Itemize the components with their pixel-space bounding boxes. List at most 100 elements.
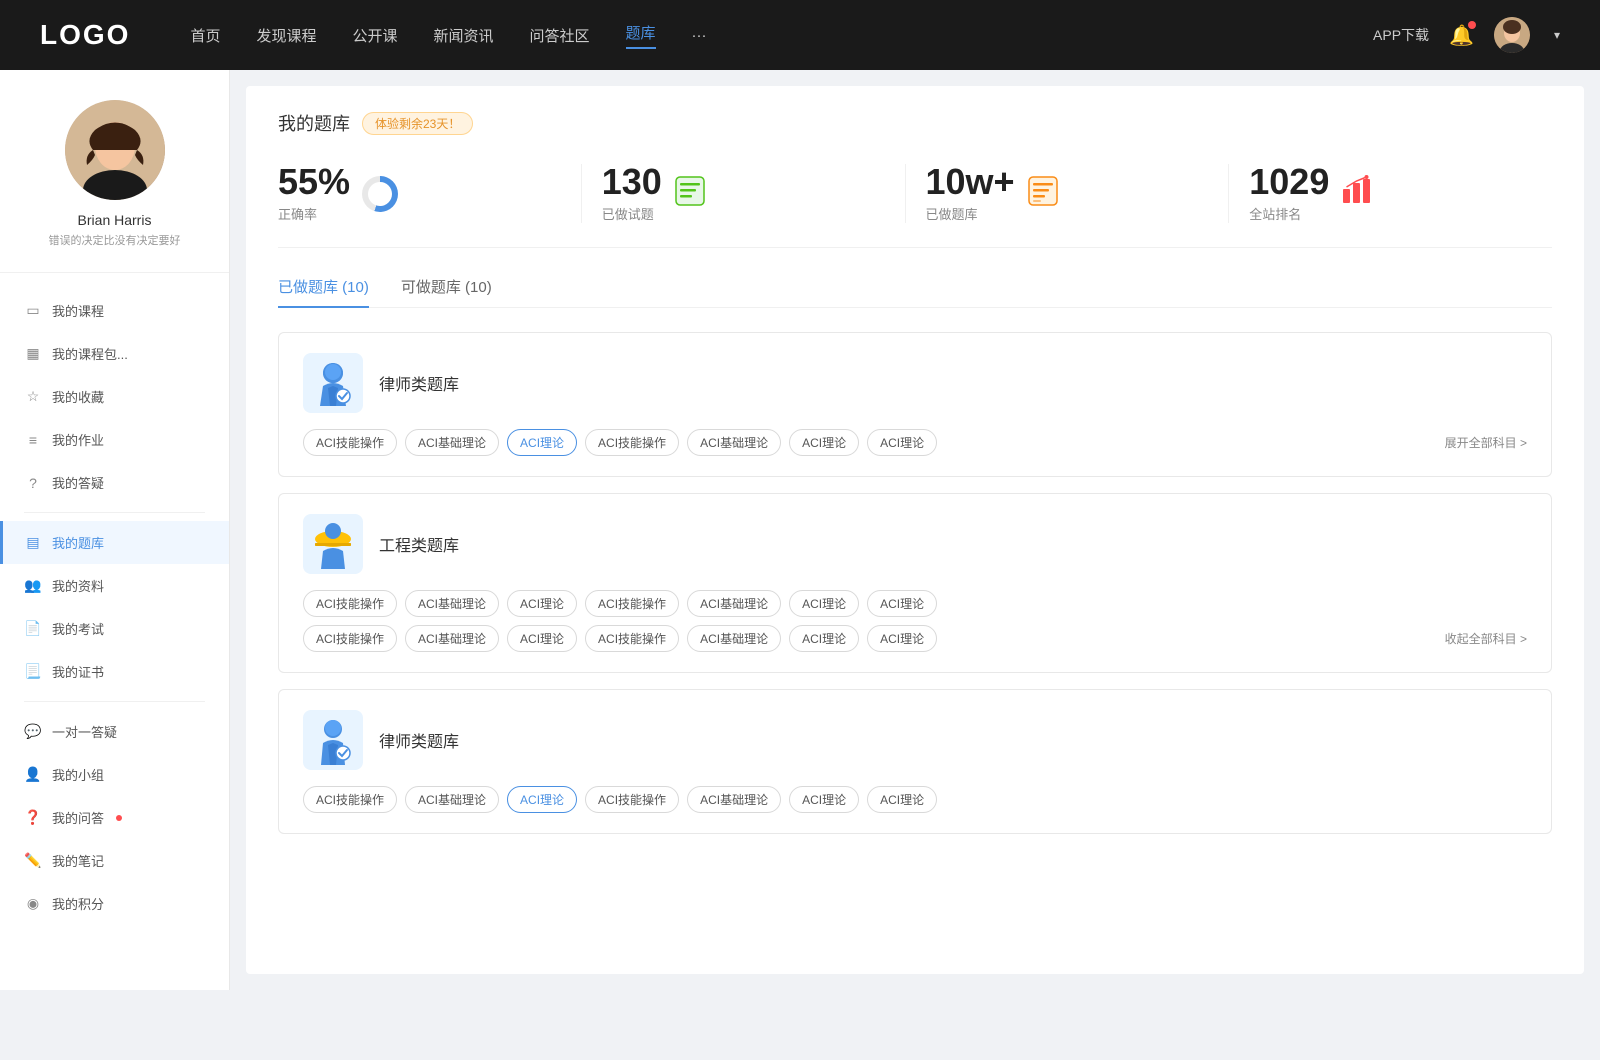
homework-icon: ≡: [24, 431, 42, 449]
tag-2r2-3[interactable]: ACI技能操作: [585, 625, 679, 652]
tag-1-6[interactable]: ACI理论: [867, 429, 937, 456]
tag-2r2-1[interactable]: ACI基础理论: [405, 625, 499, 652]
stat-done-banks: 10w+ 已做题库: [906, 164, 1230, 223]
sidebar-item-label: 我的课程包...: [52, 344, 128, 363]
tag-3-0[interactable]: ACI技能操作: [303, 786, 397, 813]
sidebar-menu: ▭ 我的课程 ▦ 我的课程包... ☆ 我的收藏 ≡ 我的作业 ? 我的答疑 ▤: [0, 289, 229, 925]
done-q-label: 已做试题: [602, 204, 662, 223]
groups-icon: 👤: [24, 766, 42, 784]
tab-available-banks[interactable]: 可做题库 (10): [401, 276, 492, 307]
quiz-card-lawyer-1: 律师类题库 ACI技能操作 ACI基础理论 ACI理论 ACI技能操作 ACI基…: [278, 332, 1552, 477]
sidebar-item-course-package[interactable]: ▦ 我的课程包...: [0, 332, 229, 375]
quiz-card-tags-1: ACI技能操作 ACI基础理论 ACI理论 ACI技能操作 ACI基础理论 AC…: [303, 429, 1527, 456]
logo[interactable]: LOGO: [40, 19, 130, 51]
tag-3-6[interactable]: ACI理论: [867, 786, 937, 813]
notification-bell[interactable]: 🔔: [1449, 23, 1474, 48]
quiz-bank-icon: ▤: [24, 534, 42, 552]
accuracy-value: 55%: [278, 164, 350, 200]
done-b-label: 已做题库: [926, 204, 1015, 223]
tag-2-1[interactable]: ACI基础理论: [405, 590, 499, 617]
tag-2r2-2[interactable]: ACI理论: [507, 625, 577, 652]
expand-link-1[interactable]: 展开全部科目 >: [1445, 434, 1527, 451]
tag-3-4[interactable]: ACI基础理论: [687, 786, 781, 813]
tag-3-3[interactable]: ACI技能操作: [585, 786, 679, 813]
sidebar-item-course[interactable]: ▭ 我的课程: [0, 289, 229, 332]
collapse-link-2[interactable]: 收起全部科目 >: [1445, 630, 1527, 647]
avatar-dropdown-icon[interactable]: ▾: [1554, 28, 1560, 42]
tag-1-1[interactable]: ACI基础理论: [405, 429, 499, 456]
avatar[interactable]: [1494, 17, 1530, 53]
tag-3-1[interactable]: ACI基础理论: [405, 786, 499, 813]
nav-home[interactable]: 首页: [190, 25, 220, 46]
tabs-row: 已做题库 (10) 可做题库 (10): [278, 276, 1552, 308]
sidebar-item-quiz-bank[interactable]: ▤ 我的题库: [0, 521, 229, 564]
exams-icon: 📄: [24, 620, 42, 638]
nav-more[interactable]: ···: [692, 27, 707, 44]
tag-2-0[interactable]: ACI技能操作: [303, 590, 397, 617]
sidebar-item-one-on-one[interactable]: 💬 一对一答疑: [0, 710, 229, 753]
sidebar-item-materials[interactable]: 👥 我的资料: [0, 564, 229, 607]
sidebar-item-my-qa[interactable]: ❓ 我的问答: [0, 796, 229, 839]
quiz-card-header-1: 律师类题库: [303, 353, 1527, 413]
points-icon: ◉: [24, 895, 42, 913]
sidebar-item-favorites[interactable]: ☆ 我的收藏: [0, 375, 229, 418]
sidebar-item-homework[interactable]: ≡ 我的作业: [0, 418, 229, 461]
avatar-inner: [65, 100, 165, 200]
nav-quiz[interactable]: 题库: [626, 22, 656, 49]
rank-value: 1029: [1249, 164, 1329, 200]
sidebar-item-notes[interactable]: ✏️ 我的笔记: [0, 839, 229, 882]
tag-1-5[interactable]: ACI理论: [789, 429, 859, 456]
sidebar-item-exams[interactable]: 📄 我的考试: [0, 607, 229, 650]
tag-2-3[interactable]: ACI技能操作: [585, 590, 679, 617]
sidebar-item-certificates[interactable]: 📃 我的证书: [0, 650, 229, 693]
profile-motto: 错误的决定比没有决定要好: [49, 232, 181, 248]
app-download-button[interactable]: APP下载: [1373, 25, 1429, 45]
sidebar-item-groups[interactable]: 👤 我的小组: [0, 753, 229, 796]
nav-news[interactable]: 新闻资讯: [434, 25, 494, 46]
tag-3-2[interactable]: ACI理论: [507, 786, 577, 813]
tag-1-3[interactable]: ACI技能操作: [585, 429, 679, 456]
trial-badge: 体验剩余23天！: [362, 112, 473, 135]
sidebar-item-label: 我的笔记: [52, 851, 104, 870]
sidebar-item-questions[interactable]: ? 我的答疑: [0, 461, 229, 504]
tag-1-0[interactable]: ACI技能操作: [303, 429, 397, 456]
tag-2r2-5[interactable]: ACI理论: [789, 625, 859, 652]
qa-notification-dot: [116, 815, 122, 821]
sidebar-item-label: 我的题库: [52, 533, 104, 552]
tag-2-4[interactable]: ACI基础理论: [687, 590, 781, 617]
quiz-card-engineer: 工程类题库 ACI技能操作 ACI基础理论 ACI理论 ACI技能操作 ACI基…: [278, 493, 1552, 673]
tag-2-2[interactable]: ACI理论: [507, 590, 577, 617]
tag-2r2-6[interactable]: ACI理论: [867, 625, 937, 652]
sidebar-item-label: 我的考试: [52, 619, 104, 638]
tag-2-5[interactable]: ACI理论: [789, 590, 859, 617]
quiz-card-tags-2-row2: ACI技能操作 ACI基础理论 ACI理论 ACI技能操作 ACI基础理论 AC…: [303, 625, 1527, 652]
lawyer-icon-1: [303, 353, 363, 413]
tag-3-5[interactable]: ACI理论: [789, 786, 859, 813]
tag-2-6[interactable]: ACI理论: [867, 590, 937, 617]
sidebar-divider-1: [24, 512, 205, 513]
navbar: LOGO 首页 发现课程 公开课 新闻资讯 问答社区 题库 ··· APP下载 …: [0, 0, 1600, 70]
rank-icon: [1341, 175, 1373, 212]
tag-2r2-0[interactable]: ACI技能操作: [303, 625, 397, 652]
sidebar-item-label: 我的积分: [52, 894, 104, 913]
sidebar-item-label: 我的证书: [52, 662, 104, 681]
engineer-icon: [303, 514, 363, 574]
rank-label: 全站排名: [1249, 204, 1329, 223]
tags-wrap-1: ACI技能操作 ACI基础理论 ACI理论 ACI技能操作 ACI基础理论 AC…: [303, 429, 1445, 456]
tag-1-2[interactable]: ACI理论: [507, 429, 577, 456]
sidebar-item-label: 我的资料: [52, 576, 104, 595]
tag-1-4[interactable]: ACI基础理论: [687, 429, 781, 456]
nav-menu: 首页 发现课程 公开课 新闻资讯 问答社区 题库 ···: [190, 22, 1373, 49]
stat-value-done-b: 10w+ 已做题库: [926, 164, 1015, 223]
done-b-value: 10w+: [926, 164, 1015, 200]
tags-wrap-2-2: ACI技能操作 ACI基础理论 ACI理论 ACI技能操作 ACI基础理论 AC…: [303, 625, 1445, 652]
nav-opencourse[interactable]: 公开课: [352, 25, 397, 46]
notification-dot: [1468, 21, 1476, 29]
sidebar: Brian Harris 错误的决定比没有决定要好 ▭ 我的课程 ▦ 我的课程包…: [0, 70, 230, 990]
nav-qa[interactable]: 问答社区: [530, 25, 590, 46]
tag-2r2-4[interactable]: ACI基础理论: [687, 625, 781, 652]
tab-done-banks[interactable]: 已做题库 (10): [278, 276, 369, 307]
tags-wrap-2-1: ACI技能操作 ACI基础理论 ACI理论 ACI技能操作 ACI基础理论 AC…: [303, 590, 1527, 617]
sidebar-item-points[interactable]: ◉ 我的积分: [0, 882, 229, 925]
nav-discover[interactable]: 发现课程: [256, 25, 316, 46]
